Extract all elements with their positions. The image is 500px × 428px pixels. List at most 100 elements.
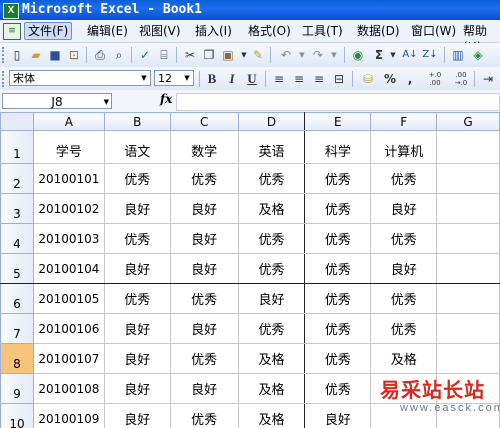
cell-d6[interactable]: 良好 (237, 283, 306, 314)
cell-d5[interactable]: 优秀 (237, 253, 306, 284)
cell-b2[interactable]: 优秀 (103, 163, 171, 194)
cell-g7[interactable] (436, 313, 500, 344)
underline-button[interactable]: U (244, 71, 260, 87)
sort-ascending-icon[interactable]: A↓ (402, 47, 418, 63)
cell-c2[interactable]: 优秀 (169, 163, 239, 194)
save-icon[interactable]: ■ (47, 47, 63, 63)
cell-d2[interactable]: 优秀 (237, 163, 306, 194)
row-header[interactable]: 9 (0, 373, 34, 404)
row-header[interactable]: 8 (0, 343, 34, 374)
copy-icon[interactable]: ❐ (201, 47, 217, 63)
cell-b8[interactable]: 良好 (103, 343, 171, 374)
increase-decimal-button[interactable]: +.0 .00 (424, 71, 446, 87)
menu-window[interactable]: 窗口(W) (408, 23, 459, 39)
workbook-icon[interactable]: ≡ (3, 23, 21, 40)
cell-a1[interactable]: 学号 (32, 130, 105, 164)
cell-g6[interactable] (436, 283, 500, 314)
menu-data[interactable]: 数据(D) (354, 23, 403, 39)
cell-e9[interactable]: 优秀 (304, 373, 372, 404)
cell-e7[interactable]: 优秀 (304, 313, 372, 344)
cell-a7[interactable]: 20100106 (32, 313, 105, 344)
print-preview-icon[interactable]: ⌕ (111, 47, 127, 63)
cell-e10[interactable]: 良好 (304, 403, 372, 428)
cell-b5[interactable]: 良好 (103, 253, 171, 284)
menu-insert[interactable]: 插入(I) (192, 23, 235, 39)
menu-tools[interactable]: 工具(T) (299, 23, 346, 39)
undo-dropdown-icon[interactable]: ▼ (294, 47, 310, 63)
print-icon[interactable]: ⎙ (92, 47, 108, 63)
cell-a3[interactable]: 20100102 (32, 193, 105, 224)
italic-button[interactable]: I (224, 71, 240, 87)
cell-b6[interactable]: 优秀 (103, 283, 171, 314)
cell-f3[interactable]: 良好 (370, 193, 438, 224)
align-right-icon[interactable]: ≡ (311, 71, 327, 87)
cell-d4[interactable]: 优秀 (237, 223, 306, 254)
cell-a6[interactable]: 20100105 (32, 283, 105, 314)
redo-dropdown-icon[interactable]: ▼ (326, 47, 342, 63)
cell-c6[interactable]: 优秀 (169, 283, 239, 314)
cell-f5[interactable]: 良好 (370, 253, 438, 284)
cell-e6[interactable]: 优秀 (304, 283, 372, 314)
cell-e1[interactable]: 科学 (304, 130, 372, 164)
column-header-b[interactable]: B (103, 112, 171, 131)
new-document-icon[interactable]: ▯ (9, 47, 25, 63)
cell-e5[interactable]: 优秀 (304, 253, 372, 284)
formula-input[interactable] (176, 93, 500, 111)
cell-b7[interactable]: 良好 (103, 313, 171, 344)
drawing-icon[interactable]: ◈ (470, 47, 486, 63)
cell-e3[interactable]: 优秀 (304, 193, 372, 224)
column-header-f[interactable]: F (370, 112, 438, 131)
cell-a4[interactable]: 20100103 (32, 223, 105, 254)
insert-function-button[interactable]: fx (160, 92, 172, 106)
menu-help[interactable]: 帮助(H) (460, 23, 500, 54)
cell-d7[interactable]: 优秀 (237, 313, 306, 344)
cell-b4[interactable]: 优秀 (103, 223, 171, 254)
menu-format[interactable]: 格式(O) (245, 23, 294, 39)
cell-c10[interactable]: 优秀 (169, 403, 239, 428)
percent-button[interactable]: % (382, 71, 398, 87)
column-header-a[interactable]: A (32, 112, 105, 131)
currency-icon[interactable]: ⛁ (360, 71, 376, 87)
align-left-icon[interactable]: ≡ (271, 71, 287, 87)
chevron-down-icon[interactable]: ▼ (104, 94, 109, 110)
menu-view[interactable]: 视图(V) (136, 23, 184, 39)
row-header[interactable]: 3 (0, 193, 34, 224)
cell-b10[interactable]: 良好 (103, 403, 171, 428)
cell-g8[interactable] (436, 343, 500, 374)
cell-f4[interactable]: 优秀 (370, 223, 438, 254)
cell-f1[interactable]: 计算机 (370, 130, 438, 164)
cell-a5[interactable]: 20100104 (32, 253, 105, 284)
chart-wizard-icon[interactable]: ▥ (450, 47, 466, 63)
cell-g4[interactable] (436, 223, 500, 254)
row-header[interactable]: 2 (0, 163, 34, 194)
spelling-icon[interactable]: ✓ (137, 47, 153, 63)
cell-a9[interactable]: 20100108 (32, 373, 105, 404)
comma-button[interactable]: , (402, 71, 418, 87)
row-header[interactable]: 5 (0, 253, 34, 284)
toolbar-grip[interactable] (2, 71, 7, 87)
decrease-decimal-button[interactable]: .00 →.0 (450, 71, 472, 87)
chevron-down-icon[interactable]: ▼ (138, 71, 150, 85)
cell-a2[interactable]: 20100101 (32, 163, 105, 194)
cell-c7[interactable]: 良好 (169, 313, 239, 344)
cell-e4[interactable]: 优秀 (304, 223, 372, 254)
cell-b9[interactable]: 良好 (103, 373, 171, 404)
cell-g5[interactable] (436, 253, 500, 284)
cell-c3[interactable]: 良好 (169, 193, 239, 224)
research-icon[interactable]: ⌸ (156, 47, 172, 63)
cell-b3[interactable]: 良好 (103, 193, 171, 224)
cell-g2[interactable] (436, 163, 500, 194)
undo-icon[interactable]: ↶ (278, 47, 294, 63)
cell-f6[interactable]: 优秀 (370, 283, 438, 314)
align-center-icon[interactable]: ≡ (291, 71, 307, 87)
cell-c9[interactable]: 良好 (169, 373, 239, 404)
cell-g1[interactable] (436, 130, 500, 164)
cell-f2[interactable]: 优秀 (370, 163, 438, 194)
select-all-corner[interactable] (0, 112, 34, 131)
toolbar-grip[interactable] (2, 47, 7, 63)
bold-button[interactable]: B (204, 71, 220, 87)
sort-descending-icon[interactable]: Z↓ (422, 47, 438, 63)
cell-g3[interactable] (436, 193, 500, 224)
column-header-g[interactable]: G (436, 112, 500, 131)
cell-d9[interactable]: 及格 (237, 373, 306, 404)
